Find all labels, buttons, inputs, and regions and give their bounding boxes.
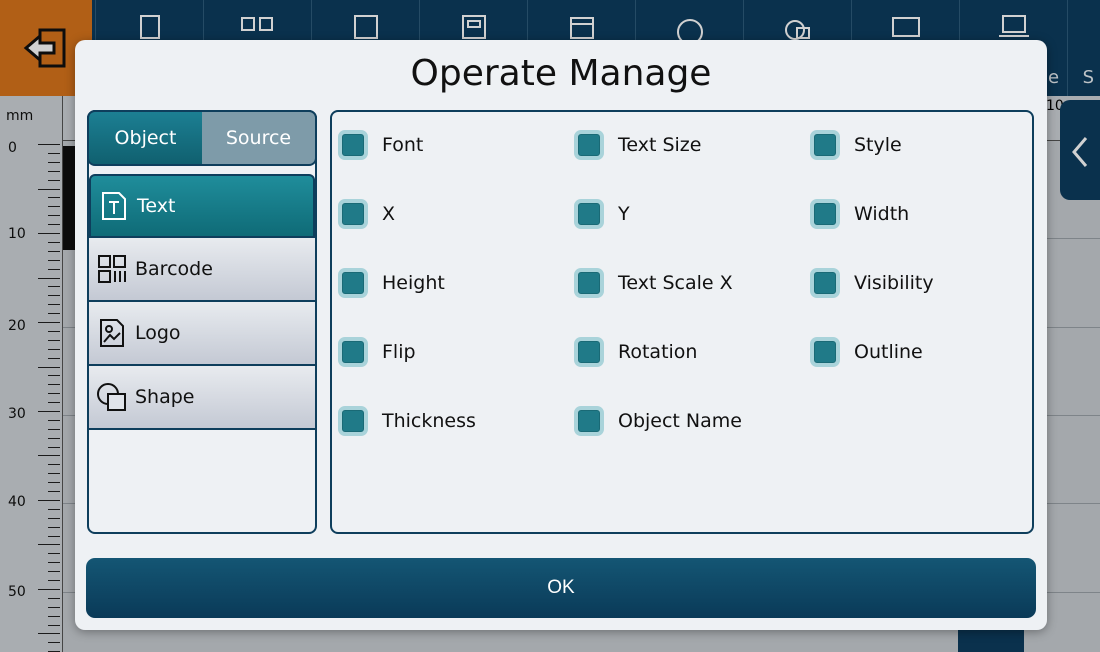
option-text-size[interactable]: Text Size [574, 130, 701, 160]
shape-icon [95, 380, 129, 414]
option-label: Outline [854, 341, 923, 363]
option-style[interactable]: Style [810, 130, 902, 160]
checkbox[interactable] [574, 337, 604, 367]
tab-object[interactable]: Object [89, 112, 202, 164]
option-x[interactable]: X [338, 199, 395, 229]
nav-item-logo[interactable]: Logo [89, 302, 315, 366]
option-label: Height [382, 272, 445, 294]
options-panel: Font Text Size Style X Y Width Height Te… [330, 110, 1034, 534]
checkbox[interactable] [810, 268, 840, 298]
operate-manage-dialog: Operate Manage Object Source Text Barcod… [75, 40, 1047, 630]
checkbox[interactable] [810, 199, 840, 229]
checkbox[interactable] [574, 268, 604, 298]
option-label: Thickness [382, 410, 476, 432]
option-object-name[interactable]: Object Name [574, 406, 742, 436]
checkbox[interactable] [810, 337, 840, 367]
option-y[interactable]: Y [574, 199, 630, 229]
option-flip[interactable]: Flip [338, 337, 416, 367]
dialog-title: Operate Manage [410, 53, 712, 94]
option-label: Width [854, 203, 910, 225]
option-font[interactable]: Font [338, 130, 423, 160]
checkbox[interactable] [338, 130, 368, 160]
ok-button[interactable]: OK [86, 558, 1036, 618]
checkbox[interactable] [338, 268, 368, 298]
option-label: Font [382, 134, 424, 156]
option-label: Flip [382, 341, 416, 363]
checkbox[interactable] [574, 406, 604, 436]
checkbox[interactable] [574, 199, 604, 229]
option-label: Y [618, 203, 630, 225]
nav-item-label: Logo [135, 322, 181, 344]
option-label: Rotation [618, 341, 698, 363]
option-rotation[interactable]: Rotation [574, 337, 697, 367]
checkbox[interactable] [338, 337, 368, 367]
tab-bar: Object Source [87, 110, 317, 166]
option-height[interactable]: Height [338, 268, 445, 298]
option-label: Style [854, 134, 902, 156]
option-label: Text Size [618, 134, 702, 156]
barcode-icon [95, 252, 129, 286]
nav-item-label: Text [137, 195, 176, 217]
nav-item-barcode[interactable]: Barcode [89, 238, 315, 302]
option-thickness[interactable]: Thickness [338, 406, 476, 436]
option-label: X [382, 203, 396, 225]
nav-item-label: Barcode [135, 258, 213, 280]
logo-image-icon [95, 316, 129, 350]
tab-source[interactable]: Source [202, 112, 315, 164]
checkbox[interactable] [338, 199, 368, 229]
option-label: Text Scale X [618, 272, 733, 294]
nav-item-text[interactable]: Text [89, 174, 315, 238]
text-box-icon [97, 189, 131, 223]
option-label: Visibility [854, 272, 934, 294]
checkbox[interactable] [574, 130, 604, 160]
option-label: Object Name [618, 410, 742, 432]
checkbox[interactable] [338, 406, 368, 436]
option-outline[interactable]: Outline [810, 337, 923, 367]
option-width[interactable]: Width [810, 199, 909, 229]
option-text-scale-x[interactable]: Text Scale X [574, 268, 733, 298]
option-visibility[interactable]: Visibility [810, 268, 934, 298]
nav-item-shape[interactable]: Shape [89, 366, 315, 430]
nav-item-label: Shape [135, 386, 195, 408]
checkbox[interactable] [810, 130, 840, 160]
